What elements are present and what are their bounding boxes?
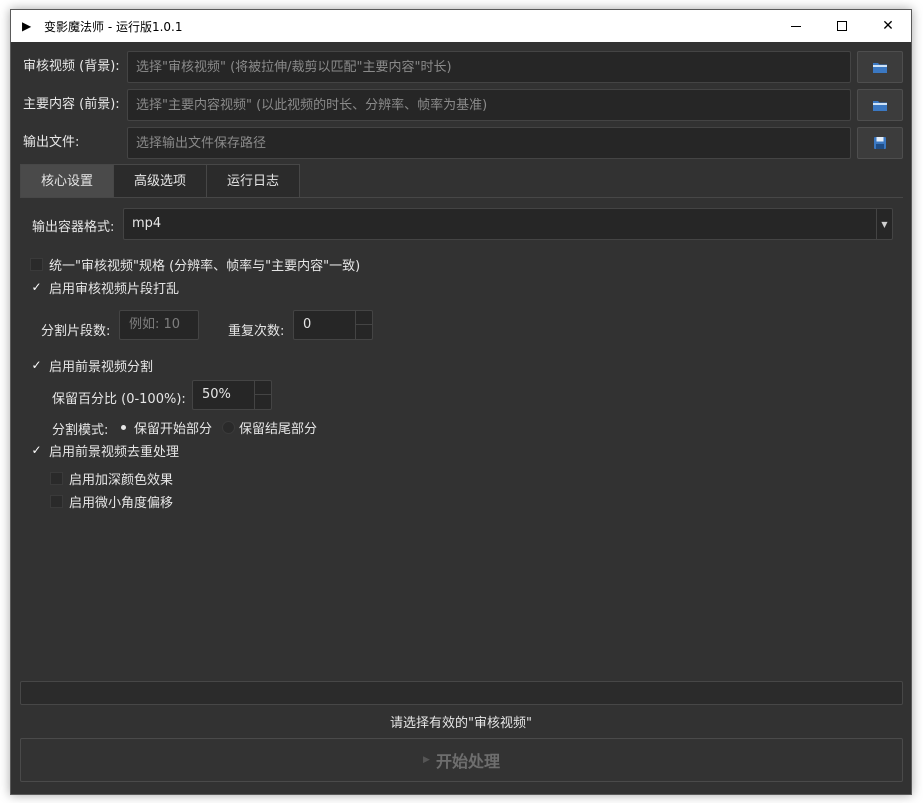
main-content-input[interactable] — [127, 89, 851, 121]
split-checkbox[interactable]: ✓ — [30, 358, 43, 372]
rotate-checkbox-row[interactable]: 启用微小角度偏移 — [50, 492, 174, 511]
play-app-icon: ▶ — [22, 19, 32, 33]
start-processing-label: 开始处理 — [435, 752, 500, 771]
mode-start-label: 保留开始部分 — [134, 421, 213, 437]
main-content-browse-button[interactable] — [857, 89, 903, 121]
save-icon — [874, 137, 886, 149]
keep-percent-value: 50% — [202, 387, 231, 402]
status-message: 请选择有效的"审核视频" — [390, 716, 532, 731]
shuffle-label: 启用审核视频片段打乱 — [49, 281, 180, 297]
split-mode-label: 分割模式: — [52, 423, 109, 438]
background-video-row: 审核视频 (背景): — [11, 51, 911, 83]
repeat-label: 重复次数: — [228, 324, 285, 339]
output-file-input[interactable] — [127, 127, 851, 159]
play-icon: ▶ — [423, 755, 430, 765]
repeat-stepper[interactable] — [355, 311, 372, 339]
tab-divider — [20, 197, 903, 198]
tab-core-settings[interactable]: 核心设置 — [20, 164, 115, 198]
progress-bar — [20, 681, 903, 705]
output-file-save-button[interactable] — [857, 127, 903, 159]
segments-label: 分割片段数: — [41, 324, 111, 339]
folder-icon — [873, 100, 887, 111]
darken-checkbox-row[interactable]: 启用加深颜色效果 — [50, 469, 174, 488]
minimize-icon — [791, 25, 801, 27]
dedup-checkbox[interactable]: ✓ — [30, 443, 43, 457]
shuffle-checkbox-row[interactable]: ✓ 启用审核视频片段打乱 — [30, 278, 180, 297]
close-icon: ✕ — [882, 18, 894, 34]
repeat-value: 0 — [303, 317, 312, 332]
split-label: 启用前景视频分割 — [49, 359, 154, 375]
keep-percent-label: 保留百分比 (0-100%): — [52, 392, 186, 407]
dedup-checkbox-row[interactable]: ✓ 启用前景视频去重处理 — [30, 441, 180, 460]
maximize-icon — [837, 21, 847, 31]
unify-spec-label: 统一"审核视频"规格 (分辨率、帧率与"主要内容"一致) — [49, 258, 361, 274]
mode-start-radio-row[interactable]: 保留开始部分 — [117, 418, 213, 437]
background-video-input[interactable] — [127, 51, 851, 83]
mode-end-radio-row[interactable]: 保留结尾部分 — [222, 418, 318, 437]
background-video-label: 审核视频 (背景): — [23, 59, 120, 74]
keep-percent-spinbox[interactable]: 50% — [192, 380, 272, 410]
tab-run-log[interactable]: 运行日志 — [206, 164, 301, 198]
unify-spec-checkbox[interactable] — [30, 257, 43, 271]
repeat-spinbox[interactable]: 0 — [293, 310, 373, 340]
tab-advanced-options[interactable]: 高级选项 — [113, 164, 208, 198]
format-value: mp4 — [132, 216, 162, 231]
rotate-label: 启用微小角度偏移 — [69, 495, 174, 511]
segments-input[interactable]: 例如: 10 — [119, 310, 199, 340]
shuffle-checkbox[interactable]: ✓ — [30, 280, 43, 294]
folder-icon — [873, 62, 887, 73]
segments-placeholder: 例如: 10 — [129, 317, 181, 332]
main-content-row: 主要内容 (前景): — [11, 89, 911, 121]
background-video-browse-button[interactable] — [857, 51, 903, 83]
unify-spec-checkbox-row[interactable]: 统一"审核视频"规格 (分辨率、帧率与"主要内容"一致) — [30, 255, 361, 274]
format-select[interactable]: mp4 ▼ — [123, 208, 893, 240]
title-bar: ▶ 变影魔法师 - 运行版1.0.1 ✕ — [11, 10, 911, 42]
format-label: 输出容器格式: — [32, 220, 115, 235]
chevron-down-icon: ▼ — [876, 209, 892, 239]
keep-percent-stepper[interactable] — [254, 381, 271, 409]
mode-end-radio[interactable] — [222, 420, 235, 434]
mode-start-radio[interactable] — [117, 421, 130, 434]
window-title: 变影魔法师 - 运行版1.0.1 — [44, 19, 183, 34]
main-content-label: 主要内容 (前景): — [23, 97, 120, 112]
maximize-button[interactable] — [819, 10, 865, 42]
darken-checkbox[interactable] — [50, 471, 63, 485]
output-file-label: 输出文件: — [23, 135, 80, 150]
tab-bar: 核心设置 高级选项 运行日志 — [20, 164, 301, 198]
start-processing-button[interactable]: ▶ 开始处理 — [20, 738, 903, 782]
dedup-label: 启用前景视频去重处理 — [49, 444, 180, 460]
output-file-row: 输出文件: — [11, 127, 911, 159]
close-button[interactable]: ✕ — [865, 10, 911, 42]
minimize-button[interactable] — [773, 10, 819, 42]
mode-end-label: 保留结尾部分 — [239, 421, 318, 437]
rotate-checkbox[interactable] — [50, 494, 63, 508]
split-checkbox-row[interactable]: ✓ 启用前景视频分割 — [30, 356, 154, 375]
darken-label: 启用加深颜色效果 — [69, 472, 174, 488]
app-window: ▶ 变影魔法师 - 运行版1.0.1 ✕ 审核视频 (背景): 主要内容 (前景… — [10, 9, 912, 795]
